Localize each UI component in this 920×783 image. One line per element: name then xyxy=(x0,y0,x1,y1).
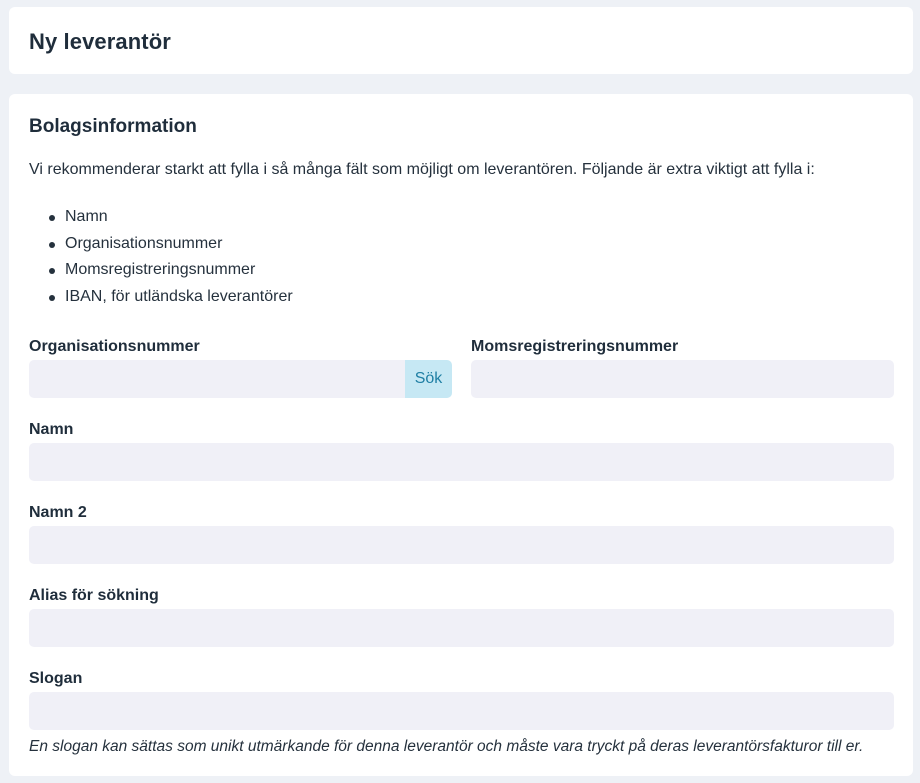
slogan-label: Slogan xyxy=(29,670,83,687)
slogan-input[interactable] xyxy=(29,692,894,730)
alias-label: Alias för sökning xyxy=(29,587,159,604)
list-item: Namn xyxy=(29,208,293,235)
vat-number-label: Momsregistreringsnummer xyxy=(471,338,679,355)
page-title: Ny leverantör xyxy=(29,29,171,54)
vat-number-input[interactable] xyxy=(471,360,894,398)
list-item-label: IBAN, för utländska leverantörer xyxy=(65,288,293,306)
list-item: Momsregistreringsnummer xyxy=(29,261,293,288)
name2-input[interactable] xyxy=(29,526,894,564)
list-item: Organisationsnummer xyxy=(29,235,293,262)
name2-label: Namn 2 xyxy=(29,504,87,521)
section-title: Bolagsinformation xyxy=(29,116,197,137)
bullet-icon xyxy=(49,268,55,275)
name-label: Namn xyxy=(29,421,74,438)
list-item-label: Organisationsnummer xyxy=(65,234,223,252)
org-number-search-button[interactable]: Sök xyxy=(405,360,452,398)
list-item: IBAN, för utländska leverantörer xyxy=(29,288,293,315)
intro-text: Vi rekommenderar starkt att fylla i så m… xyxy=(29,161,815,178)
list-item-label: Momsregistreringsnummer xyxy=(65,261,256,279)
name-input[interactable] xyxy=(29,443,894,481)
page-header: Ny leverantör xyxy=(9,7,913,74)
alias-input[interactable] xyxy=(29,609,894,647)
slogan-hint: En slogan kan sättas som unikt utmärkand… xyxy=(29,738,864,755)
bullet-icon xyxy=(49,241,55,248)
company-info-card: Bolagsinformation Vi rekommenderar stark… xyxy=(9,94,913,776)
list-item-label: Namn xyxy=(65,208,108,225)
org-number-input[interactable] xyxy=(29,360,409,398)
important-fields-list: Namn Organisationsnummer Momsregistrerin… xyxy=(29,208,293,315)
bullet-icon xyxy=(49,295,55,302)
org-number-label: Organisationsnummer xyxy=(29,338,200,355)
bullet-icon xyxy=(49,215,55,221)
